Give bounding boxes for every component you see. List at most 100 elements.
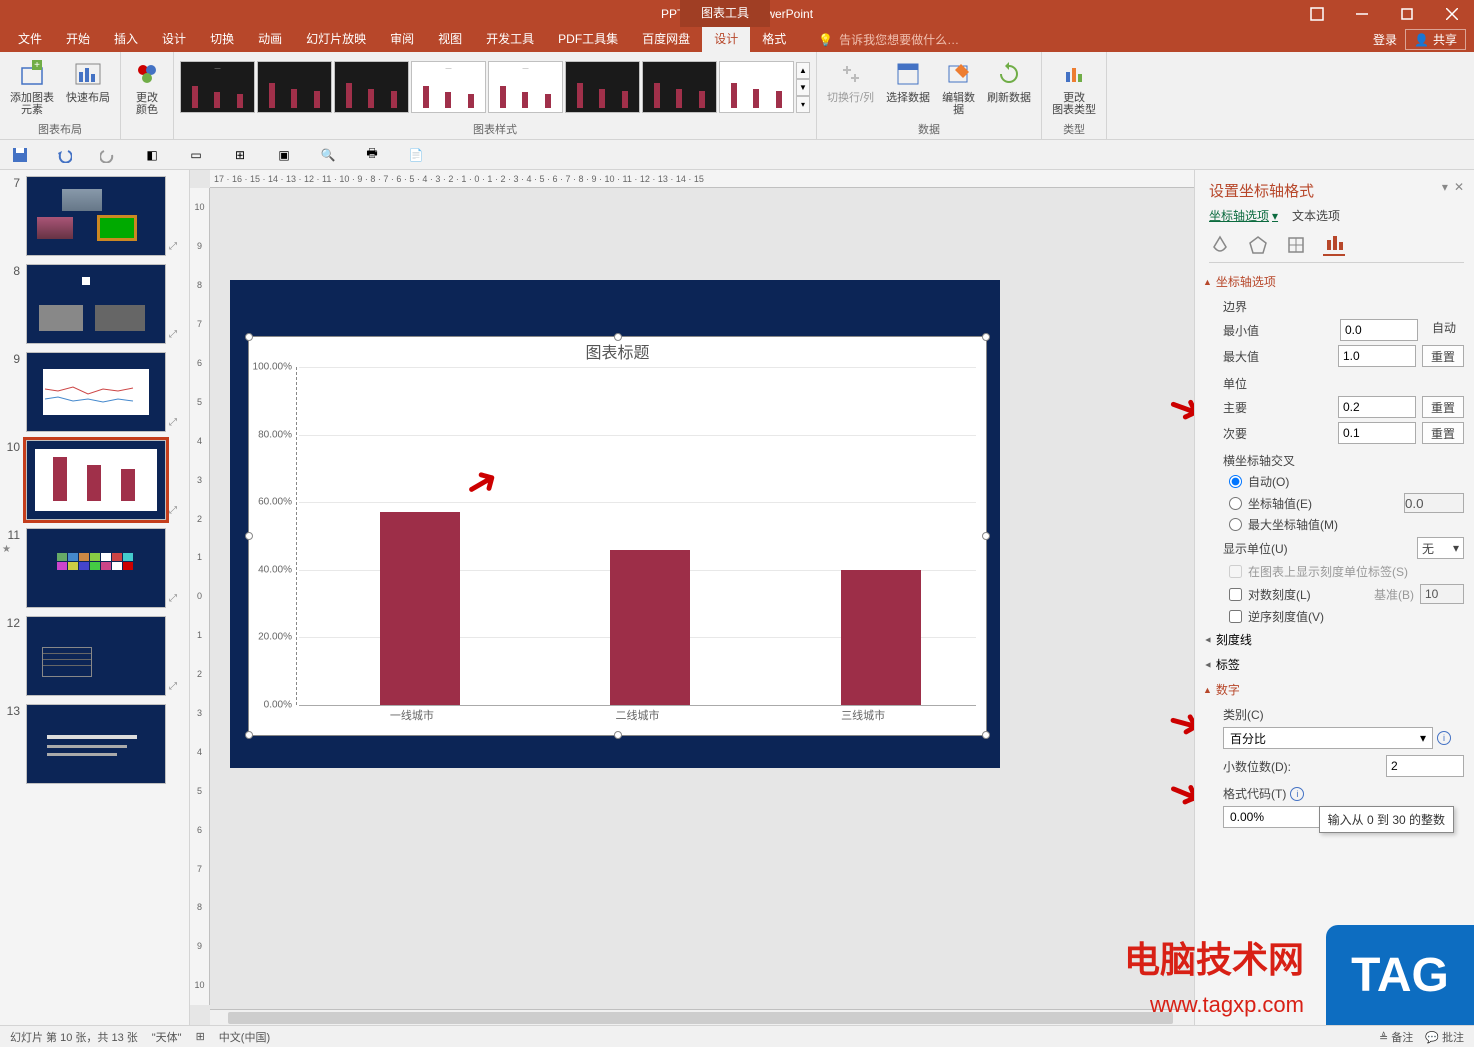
slide-canvas-area[interactable]: 17 · 16 · 15 · 14 · 13 · 12 · 11 · 10 · … (190, 170, 1194, 1025)
chart-y-axis[interactable]: 100.00% 80.00% 60.00% 40.00% 20.00% 0.00… (251, 367, 297, 705)
chart-style-7[interactable] (642, 61, 717, 113)
refresh-data-button[interactable]: 刷新数据 (983, 56, 1035, 106)
select-display-unit[interactable]: 无▾ (1417, 537, 1464, 559)
chart-style-5[interactable]: — (488, 61, 563, 113)
radio-cross-max[interactable] (1229, 518, 1242, 531)
qat-btn-4[interactable]: ◧ (142, 145, 162, 165)
btn-reset-max[interactable]: 重置 (1422, 345, 1464, 367)
info-icon[interactable]: i (1437, 731, 1451, 745)
maximize-icon[interactable] (1384, 0, 1429, 27)
chart-x-axis[interactable]: 一线城市 二线城市 三线城市 (299, 707, 976, 727)
chart-style-6[interactable] (565, 61, 640, 113)
slide-thumb-10[interactable]: 10⤢ (0, 436, 189, 524)
input-cross-value[interactable] (1404, 493, 1464, 513)
tab-home[interactable]: 开始 (54, 27, 102, 52)
change-chart-type-button[interactable]: 更改 图表类型 (1048, 56, 1100, 118)
slide-panel[interactable]: 7⤢ 8⤢ 9⤢ 10⤢ ★11⤢ 12⤢ 13 (0, 170, 190, 1025)
check-log-scale[interactable] (1229, 588, 1242, 601)
horizontal-scrollbar[interactable] (210, 1009, 1194, 1025)
tab-developer[interactable]: 开发工具 (474, 27, 546, 52)
slide-thumb-13[interactable]: 13 (0, 700, 189, 788)
tab-file[interactable]: 文件 (6, 27, 54, 52)
pane-close-icon[interactable]: ✕ (1454, 180, 1464, 194)
subtab-text-options[interactable]: 文本选项 (1292, 207, 1340, 224)
redo-icon[interactable] (98, 145, 118, 165)
section-axis-options[interactable]: ▲坐标轴选项 (1203, 273, 1464, 290)
minimize-icon[interactable] (1339, 0, 1384, 27)
effects-icon[interactable] (1247, 234, 1269, 256)
edit-data-button[interactable]: 编辑数 据 (938, 56, 979, 118)
check-reverse[interactable] (1229, 610, 1242, 623)
select-data-button[interactable]: 选择数据 (882, 56, 934, 106)
tab-chart-design[interactable]: 设计 (702, 27, 750, 52)
btn-reset-minor[interactable]: 重置 (1422, 422, 1464, 444)
slide-thumb-8[interactable]: 8⤢ (0, 260, 189, 348)
input-major[interactable] (1338, 396, 1416, 418)
save-icon[interactable] (10, 145, 30, 165)
tell-me-search[interactable]: 💡 (818, 33, 1019, 47)
chart-title[interactable]: 图表标题 (249, 337, 986, 365)
gallery-up-button[interactable]: ▲ (796, 62, 810, 79)
tab-pdf-tools[interactable]: PDF工具集 (546, 27, 630, 52)
gallery-more-button[interactable]: ▾ (796, 96, 810, 113)
size-properties-icon[interactable] (1285, 234, 1307, 256)
axis-options-icon[interactable] (1323, 234, 1345, 256)
radio-cross-auto[interactable] (1229, 475, 1242, 488)
tab-transitions[interactable]: 切换 (198, 27, 246, 52)
tell-me-input[interactable] (839, 33, 1019, 47)
qat-btn-9[interactable]: 🖶 (362, 145, 382, 165)
chart-bar-1[interactable] (380, 512, 460, 705)
qat-btn-10[interactable]: 📄 (406, 145, 426, 165)
input-max[interactable] (1338, 345, 1416, 367)
tab-baidu-netdisk[interactable]: 百度网盘 (630, 27, 702, 52)
pane-options-icon[interactable]: ▾ (1442, 180, 1448, 194)
chart-plot-area[interactable]: 100.00% 80.00% 60.00% 40.00% 20.00% 0.00… (299, 367, 976, 705)
section-number[interactable]: ▲数字 (1203, 681, 1464, 698)
tab-view[interactable]: 视图 (426, 27, 474, 52)
slide-thumb-7[interactable]: 7⤢ (0, 172, 189, 260)
slide-thumb-11[interactable]: ★11⤢ (0, 524, 189, 612)
qat-btn-8[interactable]: 🔍 (318, 145, 338, 165)
gallery-down-button[interactable]: ▼ (796, 79, 810, 96)
chart-style-8[interactable] (719, 61, 794, 113)
slide-thumb-9[interactable]: 9⤢ (0, 348, 189, 436)
chart-bar-2[interactable] (610, 550, 690, 705)
section-labels[interactable]: ▲标签 (1203, 656, 1464, 673)
select-category[interactable]: 百分比▾ (1223, 727, 1433, 749)
tab-insert[interactable]: 插入 (102, 27, 150, 52)
close-icon[interactable] (1429, 0, 1474, 27)
info-icon[interactable]: i (1290, 787, 1304, 801)
section-ticks[interactable]: ▲刻度线 (1203, 631, 1464, 648)
chart-style-3[interactable] (334, 61, 409, 113)
slide-thumb-12[interactable]: 12⤢ (0, 612, 189, 700)
input-minor[interactable] (1338, 422, 1416, 444)
qat-btn-7[interactable]: ▣ (274, 145, 294, 165)
input-decimals[interactable] (1386, 755, 1464, 777)
tab-animations[interactable]: 动画 (246, 27, 294, 52)
quick-layout-button[interactable]: 快速布局 (62, 56, 114, 106)
add-chart-element-button[interactable]: + 添加图表 元素 (6, 56, 58, 118)
chart-style-1[interactable]: — (180, 61, 255, 113)
login-link[interactable]: 登录 (1373, 31, 1397, 48)
tab-slideshow[interactable]: 幻灯片放映 (294, 27, 378, 52)
subtab-axis-options[interactable]: 坐标轴选项 ▾ (1209, 207, 1278, 224)
chart-style-2[interactable] (257, 61, 332, 113)
fill-line-icon[interactable] (1209, 234, 1231, 256)
tab-review[interactable]: 审阅 (378, 27, 426, 52)
switch-row-col-button[interactable]: 切换行/列 (823, 56, 878, 106)
slide-canvas[interactable]: 图表标题 100.00% 80.00% 60.00% 40.00% 20.00%… (230, 280, 1000, 768)
tab-design[interactable]: 设计 (150, 27, 198, 52)
btn-reset-major[interactable]: 重置 (1422, 396, 1464, 418)
chart-style-4[interactable]: — (411, 61, 486, 113)
status-notes[interactable]: ≜ 备注 (1379, 1029, 1413, 1045)
chart-bar-3[interactable] (841, 570, 921, 705)
status-language[interactable]: 中文(中国) (219, 1029, 270, 1045)
status-comments[interactable]: 💬 批注 (1425, 1029, 1464, 1045)
change-colors-button[interactable]: 更改 颜色 (127, 56, 167, 118)
tab-chart-format[interactable]: 格式 (750, 27, 798, 52)
qat-btn-5[interactable]: ▭ (186, 145, 206, 165)
qat-btn-6[interactable]: ⊞ (230, 145, 250, 165)
status-accessibility-icon[interactable]: ⊞ (196, 1030, 205, 1043)
chart-object[interactable]: 图表标题 100.00% 80.00% 60.00% 40.00% 20.00%… (248, 336, 987, 736)
input-min[interactable] (1340, 319, 1418, 341)
